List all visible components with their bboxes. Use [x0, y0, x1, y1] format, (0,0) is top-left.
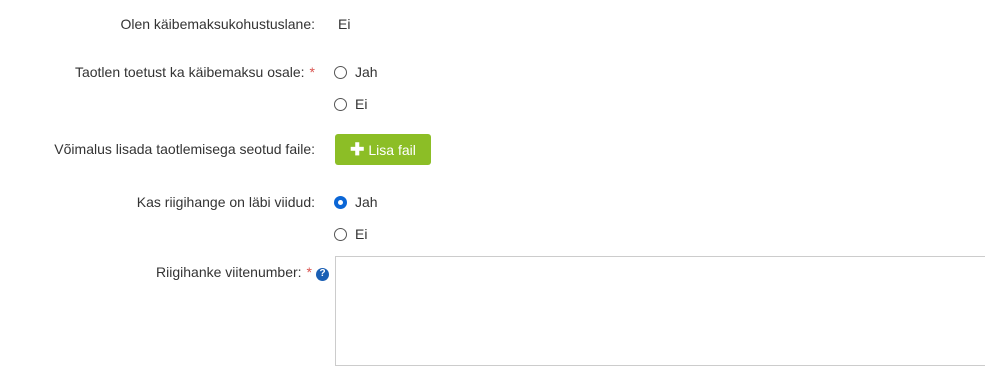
add-file-button[interactable]: ✚ Lisa fail — [335, 134, 431, 165]
radio-unchecked-icon[interactable] — [334, 227, 347, 241]
procurement-ref-textarea[interactable] — [335, 256, 985, 366]
radio-label: Jah — [355, 64, 378, 80]
procurement-option-jah[interactable]: Jah — [334, 192, 378, 212]
vat-liable-label: Olen käibemaksukohustuslane: — [120, 16, 315, 32]
vat-support-option-jah[interactable]: Jah — [334, 62, 378, 82]
required-marker: * — [309, 64, 315, 80]
required-marker: * — [306, 264, 312, 280]
vat-support-label: Taotlen toetust ka käibemaksu osale: * — [74, 64, 315, 80]
plus-icon: ✚ — [350, 140, 365, 159]
procurement-option-ei[interactable]: Ei — [334, 224, 367, 244]
question-circle-icon[interactable]: ? — [316, 267, 329, 281]
radio-label: Jah — [355, 194, 378, 210]
radio-checked-icon[interactable] — [334, 195, 347, 209]
radio-label: Ei — [355, 96, 368, 112]
add-file-label: Lisa fail — [368, 141, 416, 158]
vat-liable-value: Ei — [338, 16, 351, 32]
vat-support-option-ei[interactable]: Ei — [334, 94, 367, 114]
radio-unchecked-icon[interactable] — [334, 97, 347, 111]
attachments-label: Võimalus lisada taotlemisega seotud fail… — [54, 141, 315, 157]
radio-label: Ei — [355, 226, 368, 242]
procurement-ref-label: Riigihanke viitenumber: *? — [156, 262, 329, 282]
radio-unchecked-icon[interactable] — [334, 65, 347, 79]
procurement-label: Kas riigihange on läbi viidud: — [136, 194, 315, 210]
